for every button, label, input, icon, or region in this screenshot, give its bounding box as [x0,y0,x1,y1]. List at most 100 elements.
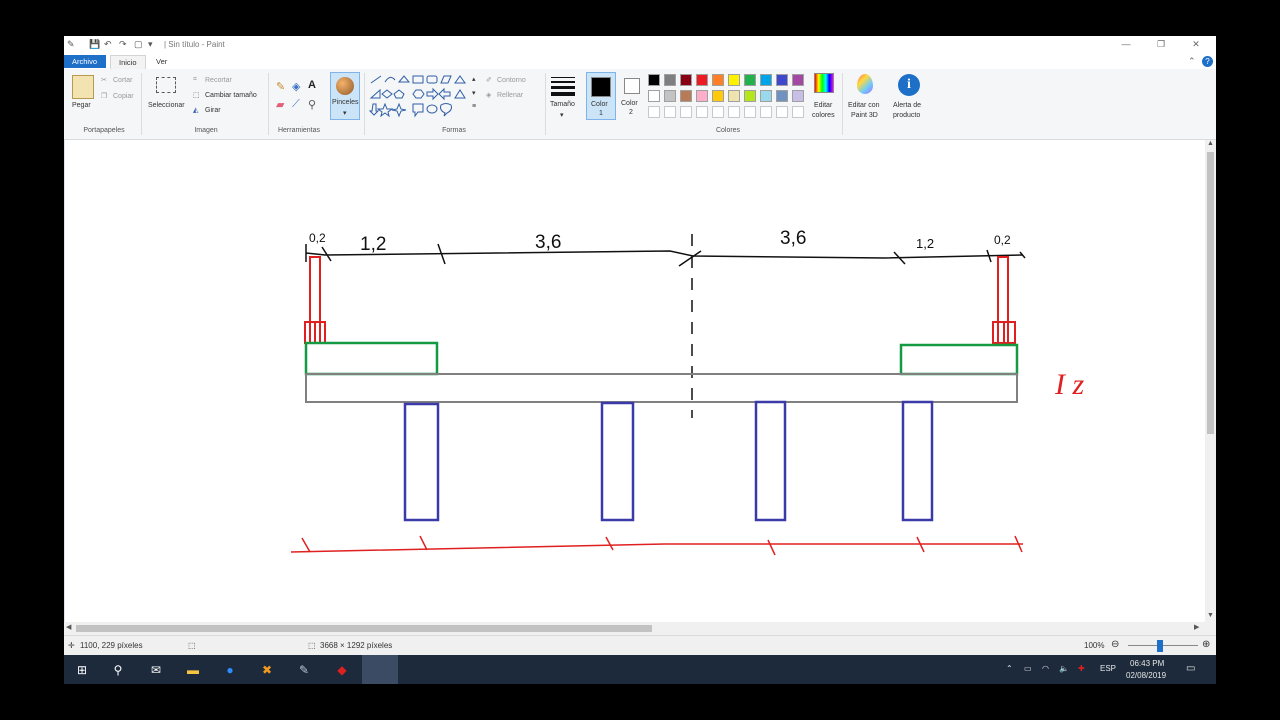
minimize-button[interactable]: — [1116,39,1136,49]
undo-icon[interactable]: ↶ [104,39,112,50]
zoom-out-icon[interactable]: ⊖ [1111,639,1119,650]
palette-swatch[interactable] [728,74,740,86]
palette-swatch[interactable] [792,74,804,86]
palette-custom-swatch[interactable] [744,106,756,118]
volume-icon[interactable]: 🔈 [1059,664,1069,673]
edit-colors-label-1[interactable]: Editar [814,102,832,109]
palette-custom-swatch[interactable] [680,106,692,118]
new-file-icon[interactable]: ▢ [134,39,143,50]
fill-button[interactable]: Rellenar [497,92,523,99]
palette-swatch[interactable] [760,90,772,102]
tab-archivo[interactable]: Archivo [64,55,106,68]
collapse-ribbon-icon[interactable]: ⌃ [1188,56,1196,67]
palette-custom-swatch[interactable] [728,106,740,118]
crop-button[interactable]: Recortar [205,77,232,84]
palette-swatch[interactable] [648,74,660,86]
palette-custom-swatch[interactable] [760,106,772,118]
horizontal-scroll-thumb[interactable] [76,625,652,632]
zoom-slider-track[interactable] [1128,645,1198,646]
vertical-scrollbar[interactable]: ▲ ▼ [1205,140,1216,622]
quick-access-dropdown-icon[interactable]: ▾ [148,39,153,50]
shapes-expand-icon[interactable]: ≡ [472,103,476,110]
color2-button[interactable]: Color 2 [618,72,646,120]
search-icon[interactable]: ⚲ [108,660,128,680]
palette-swatch[interactable] [696,90,708,102]
paint-app-icon[interactable]: ✎ [67,39,75,50]
palette-swatch[interactable] [664,90,676,102]
copy-button[interactable]: Copiar [113,93,134,100]
battery-icon[interactable]: ▭ [1024,664,1032,673]
shapes-gallery[interactable] [368,74,480,118]
select-button[interactable]: Seleccionar [148,102,185,109]
tray-app-icon[interactable]: ✚ [1078,664,1085,673]
tab-ver[interactable]: Ver [148,55,175,68]
color1-button[interactable]: Color 1 [586,72,616,120]
paste-icon[interactable] [72,75,94,99]
save-icon[interactable]: 💾 [89,39,100,50]
rotate-icon[interactable]: ◭ [193,106,198,114]
fill-icon[interactable]: ◈ [486,91,491,99]
brushes-button[interactable]: Pinceles ▾ [330,72,360,120]
palette-custom-swatch[interactable] [792,106,804,118]
palette-swatch[interactable] [648,90,660,102]
palette-swatch[interactable] [680,90,692,102]
fill-bucket-icon[interactable]: ◈ [292,80,300,93]
zoom-slider-thumb[interactable] [1157,640,1163,652]
palette-swatch[interactable] [744,90,756,102]
notifications-icon[interactable]: ▭ [1186,663,1195,674]
palette-custom-swatch[interactable] [776,106,788,118]
help-icon[interactable]: ? [1202,56,1213,67]
alert-label-2[interactable]: producto [893,112,920,119]
cut-button[interactable]: Cortar [113,77,132,84]
rotate-button[interactable]: Girar [205,107,221,114]
paint3d-label-2[interactable]: Paint 3D [851,112,878,119]
alert-label-1[interactable]: Alerta de [893,102,921,109]
info-icon[interactable]: i [898,74,920,96]
edit-colors-label-2[interactable]: colores [812,112,835,119]
mail-icon[interactable]: ✉ [146,660,166,680]
shapes-scroll-up-icon[interactable]: ▴ [472,75,476,83]
size-button[interactable]: Tamaño ▾ [550,74,576,122]
eraser-icon[interactable]: ▰ [276,98,284,111]
active-window-tab[interactable] [362,655,398,684]
paint3d-label-1[interactable]: Editar con [848,102,880,109]
text-tool-icon[interactable]: A [308,79,316,91]
shapes-scroll-down-icon[interactable]: ▾ [472,89,476,97]
vertical-scroll-thumb[interactable] [1207,152,1214,434]
edit-colors-icon[interactable] [814,73,834,93]
palette-swatch[interactable] [728,90,740,102]
scroll-right-icon[interactable]: ▶ [1194,623,1199,631]
zoom-app-icon[interactable]: ● [220,660,240,680]
windows-start-icon[interactable]: ⊞ [72,660,92,680]
app-icon[interactable]: ✖ [257,660,277,680]
palette-swatch[interactable] [760,74,772,86]
palette-swatch[interactable] [744,74,756,86]
zoom-in-icon[interactable]: ⊕ [1202,639,1210,650]
palette-swatch[interactable] [696,74,708,86]
palette-swatch[interactable] [776,74,788,86]
tab-inicio[interactable]: Inicio [110,55,146,69]
outline-icon[interactable]: ✐ [486,76,492,84]
paste-button[interactable]: Pegar [72,102,91,109]
scroll-down-icon[interactable]: ▼ [1207,612,1214,619]
palette-swatch[interactable] [664,74,676,86]
palette-swatch[interactable] [792,90,804,102]
select-icon[interactable] [156,77,176,93]
resize-button[interactable]: Cambiar tamaño [205,92,257,99]
acrobat-icon[interactable]: ◆ [332,660,352,680]
file-explorer-icon[interactable]: ▬ [183,660,203,680]
resize-icon[interactable]: ⬚ [193,91,200,99]
cut-icon[interactable]: ✂ [101,76,107,84]
restore-button[interactable]: ❐ [1151,39,1171,50]
clock-time[interactable]: 06:43 PM [1130,659,1164,668]
palette-custom-swatch[interactable] [648,106,660,118]
palette-swatch[interactable] [712,90,724,102]
redo-icon[interactable]: ↷ [119,39,127,50]
language-indicator[interactable]: ESP [1100,664,1116,673]
palette-custom-swatch[interactable] [664,106,676,118]
palette-swatch[interactable] [680,74,692,86]
pencil-icon[interactable]: ✎ [276,80,285,93]
crop-icon[interactable]: ⌗ [193,76,197,84]
wifi-icon[interactable]: ◠ [1042,664,1049,673]
palette-custom-swatch[interactable] [712,106,724,118]
